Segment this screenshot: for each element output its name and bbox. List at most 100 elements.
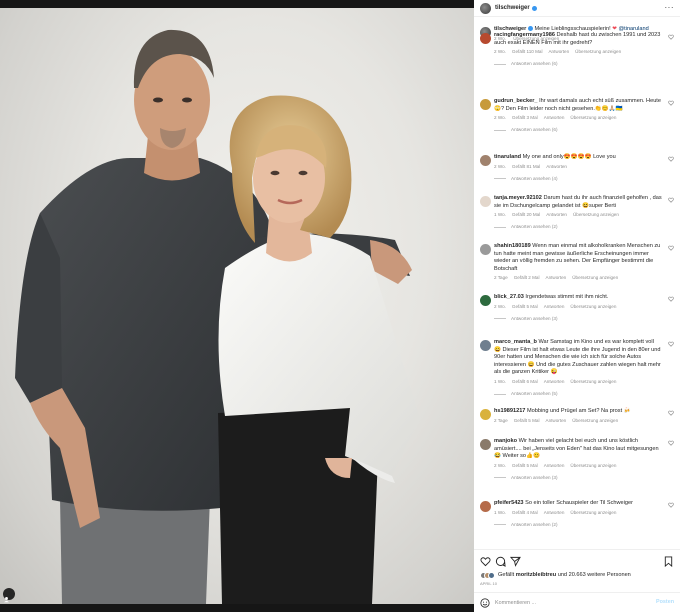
avatar[interactable] bbox=[480, 295, 491, 306]
likes-row[interactable]: Gefällt moritzbleibtreu und 20.663 weite… bbox=[480, 572, 631, 580]
more-options-icon[interactable]: ··· bbox=[665, 3, 675, 14]
view-replies[interactable]: Antworten ansehen (2) bbox=[494, 522, 674, 528]
avatar[interactable] bbox=[480, 196, 491, 207]
avatar[interactable] bbox=[480, 155, 491, 166]
view-replies-label[interactable]: Antworten ansehen (4) bbox=[511, 176, 557, 182]
translate-link[interactable]: Übersetzung anzeigen bbox=[570, 304, 616, 309]
reply-button[interactable]: Antworten bbox=[548, 49, 569, 54]
comment-username[interactable]: racingfangermany1986 bbox=[494, 32, 555, 38]
translate-link[interactable]: Übersetzung anzeigen bbox=[572, 418, 618, 423]
comment-likes[interactable]: Gefällt 2 Mal bbox=[514, 275, 540, 280]
view-replies-label[interactable]: Antworten ansehen (2) bbox=[511, 522, 557, 528]
view-replies-label[interactable]: Antworten ansehen (2) bbox=[511, 224, 557, 230]
comment-time: 2 Wo. bbox=[494, 303, 506, 309]
reply-button[interactable]: Antworten bbox=[546, 164, 567, 169]
comment-likes[interactable]: Gefällt 5 Mal bbox=[512, 463, 538, 468]
view-replies-label[interactable]: Antworten ansehen (5) bbox=[511, 391, 557, 397]
like-heart-icon[interactable] bbox=[480, 556, 491, 567]
heart-icon[interactable] bbox=[668, 197, 674, 203]
comment-time: 2 Tage bbox=[494, 275, 508, 281]
share-icon[interactable] bbox=[510, 556, 521, 567]
heart-icon[interactable] bbox=[668, 410, 674, 416]
comment-likes[interactable]: Gefällt 5 Mal bbox=[512, 304, 538, 309]
comment-likes[interactable]: Gefällt 20 Mal bbox=[512, 212, 540, 217]
avatar[interactable] bbox=[480, 99, 491, 110]
reply-button[interactable]: Antworten bbox=[544, 510, 565, 515]
translate-link[interactable]: Übersetzung anzeigen bbox=[570, 510, 616, 515]
avatar[interactable] bbox=[480, 501, 491, 512]
view-replies[interactable]: Antworten ansehen (5) bbox=[494, 391, 674, 397]
comment-likes[interactable]: Gefällt 5 Mal bbox=[514, 418, 540, 423]
view-replies[interactable]: Antworten ansehen (3) bbox=[494, 475, 674, 481]
header-username[interactable]: tilschweiger bbox=[495, 4, 530, 12]
view-replies[interactable]: Antworten ansehen (4) bbox=[494, 176, 674, 182]
post-button[interactable]: Posten bbox=[656, 599, 674, 606]
avatar[interactable] bbox=[480, 2, 491, 14]
comment-likes[interactable]: Gefällt 4 Mal bbox=[512, 510, 538, 515]
comment-username[interactable]: blick_27.03 bbox=[494, 294, 524, 300]
comment-likes[interactable]: Gefällt 81 Mal bbox=[512, 164, 540, 169]
reply-button[interactable]: Antworten bbox=[544, 463, 565, 468]
heart-icon[interactable] bbox=[668, 341, 674, 347]
reply-button[interactable]: Antworten bbox=[546, 275, 567, 280]
likes-suffix: und 20.663 weitere Personen bbox=[557, 572, 631, 578]
comment-text: So ein toller Schauspieler der Til Schwe… bbox=[525, 500, 633, 506]
comment-username[interactable]: tinaruland bbox=[494, 154, 521, 160]
heart-icon[interactable] bbox=[668, 100, 674, 106]
translate-link[interactable]: Übersetzung anzeigen bbox=[570, 115, 616, 120]
bookmark-icon[interactable] bbox=[663, 556, 674, 567]
comment-username[interactable]: manjoko bbox=[494, 438, 517, 444]
view-replies-label[interactable]: Antworten ansehen (3) bbox=[511, 316, 557, 322]
view-replies[interactable]: Antworten ansehen (3) bbox=[494, 316, 674, 322]
reply-button[interactable]: Antworten bbox=[544, 115, 565, 120]
comments-list[interactable]: tilschweiger Meine Lieblingsschauspieler… bbox=[474, 18, 680, 549]
translate-link[interactable]: Übersetzung anzeigen bbox=[572, 275, 618, 280]
comment-time: 1 Wo. bbox=[494, 212, 506, 218]
comment-username[interactable]: pfeifer5423 bbox=[494, 500, 524, 506]
comment-item: racingfangermany1986 Deshalb hast du zwi… bbox=[480, 32, 674, 67]
reply-button[interactable]: Antworten bbox=[544, 304, 565, 309]
comment-likes[interactable]: Gefällt 110 Mal bbox=[512, 49, 543, 54]
view-replies[interactable]: Antworten ansehen (2) bbox=[494, 224, 674, 230]
reply-button[interactable]: Antworten bbox=[546, 418, 567, 423]
reply-button[interactable]: Antworten bbox=[546, 212, 567, 217]
avatar[interactable] bbox=[480, 244, 491, 255]
view-replies[interactable]: Antworten ansehen (6) bbox=[494, 61, 674, 67]
comment-icon[interactable] bbox=[495, 556, 506, 567]
emoji-icon[interactable] bbox=[480, 598, 490, 608]
comment-username[interactable]: tanja.meyer.92102 bbox=[494, 195, 542, 201]
avatar[interactable] bbox=[480, 439, 491, 450]
comment-username[interactable]: gudrun_becker_ bbox=[494, 98, 538, 104]
comment-username[interactable]: marco_manta_b bbox=[494, 339, 537, 345]
comment-likes[interactable]: Gefällt 6 Mal bbox=[512, 379, 538, 384]
heart-icon[interactable] bbox=[668, 245, 674, 251]
comment-username[interactable]: shahin180189 bbox=[494, 243, 531, 249]
translate-link[interactable]: Übersetzung anzeigen bbox=[570, 463, 616, 468]
reply-button[interactable]: Antworten bbox=[544, 379, 565, 384]
post-date: APRIL 10 bbox=[480, 581, 497, 586]
heart-icon[interactable] bbox=[668, 296, 674, 302]
view-replies-label[interactable]: Antworten ansehen (3) bbox=[511, 475, 557, 481]
view-replies-label[interactable]: Antworten ansehen (6) bbox=[511, 61, 557, 67]
translate-link[interactable]: Übersetzung anzeigen bbox=[573, 212, 619, 217]
comment-input[interactable] bbox=[495, 600, 635, 606]
heart-icon[interactable] bbox=[668, 34, 674, 40]
heart-icon[interactable] bbox=[668, 502, 674, 508]
translate-link[interactable]: Übersetzung anzeigen bbox=[570, 379, 616, 384]
likes-user[interactable]: moritzbleibtreu bbox=[516, 572, 556, 578]
translate-link[interactable]: Übersetzung anzeigen bbox=[575, 49, 621, 54]
heart-icon[interactable] bbox=[668, 156, 674, 162]
view-replies-label[interactable]: Antworten ansehen (6) bbox=[511, 127, 557, 133]
avatar[interactable] bbox=[480, 33, 491, 44]
verified-icon bbox=[531, 5, 537, 11]
avatar[interactable] bbox=[480, 409, 491, 420]
comment-username[interactable]: hs19891217 bbox=[494, 408, 525, 414]
view-replies[interactable]: Antworten ansehen (6) bbox=[494, 127, 674, 133]
post-photo[interactable] bbox=[0, 0, 474, 612]
comment-likes[interactable]: Gefällt 3 Mal bbox=[512, 115, 538, 120]
user-tag-icon[interactable] bbox=[3, 588, 15, 603]
heart-icon[interactable] bbox=[668, 440, 674, 446]
comment-time: 2 Wo. bbox=[494, 49, 506, 55]
comment-bar: Posten bbox=[474, 592, 680, 612]
avatar[interactable] bbox=[480, 340, 491, 351]
